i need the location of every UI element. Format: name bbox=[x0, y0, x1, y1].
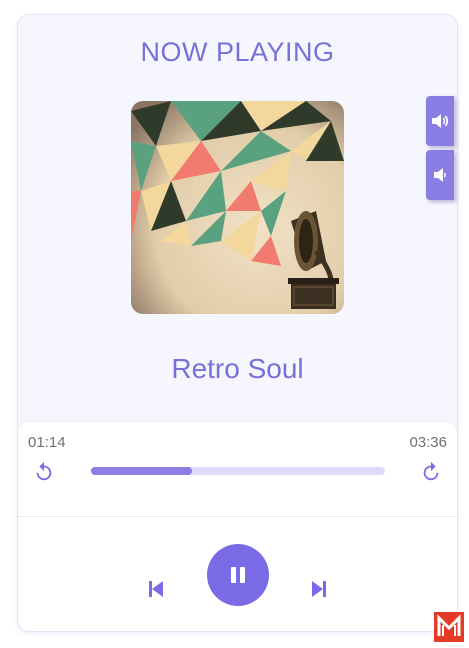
volume-up-icon bbox=[432, 114, 449, 128]
divider bbox=[18, 516, 457, 517]
total-time: 03:36 bbox=[409, 434, 447, 451]
playback-controls-panel: 01:14 03:36 bbox=[18, 422, 457, 631]
progress-fill bbox=[91, 467, 192, 475]
previous-track-button[interactable] bbox=[146, 579, 166, 599]
album-art bbox=[131, 101, 344, 314]
rewind-icon bbox=[36, 461, 52, 481]
volume-up-button[interactable] bbox=[426, 96, 454, 146]
pause-button[interactable] bbox=[207, 544, 269, 606]
skip-next-icon bbox=[312, 581, 326, 597]
brand-logo bbox=[434, 612, 464, 642]
forward-button[interactable] bbox=[419, 460, 443, 484]
volume-down-icon bbox=[434, 168, 446, 182]
page-title: NOW PLAYING bbox=[140, 37, 335, 67]
next-track-button[interactable] bbox=[309, 579, 329, 599]
forward-icon bbox=[423, 461, 439, 481]
progress-bar[interactable] bbox=[91, 467, 385, 475]
music-player-card: NOW PLAYING Retro Soul 01:14 03:36 bbox=[17, 14, 458, 632]
rewind-button[interactable] bbox=[32, 460, 56, 484]
current-time: 01:14 bbox=[28, 434, 66, 451]
volume-down-button[interactable] bbox=[426, 150, 454, 200]
pause-icon bbox=[231, 567, 245, 583]
song-title: Retro Soul bbox=[171, 353, 304, 384]
skip-previous-icon bbox=[149, 581, 163, 597]
